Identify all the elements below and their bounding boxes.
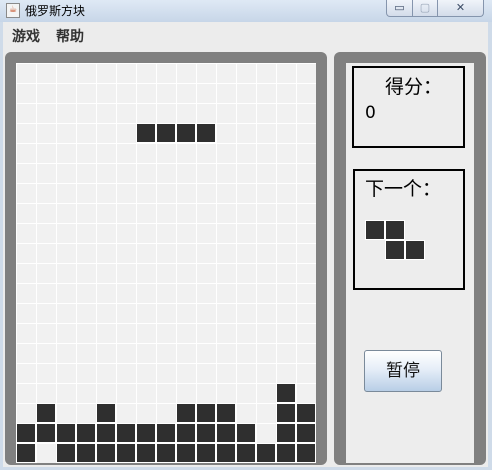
falling-piece-block bbox=[156, 123, 176, 143]
stacked-block bbox=[36, 423, 56, 443]
stacked-block bbox=[236, 443, 256, 463]
score-label: 得分： bbox=[385, 76, 443, 98]
menu-help[interactable]: 帮助 bbox=[56, 26, 84, 46]
stacked-block bbox=[276, 423, 296, 443]
stacked-block bbox=[176, 403, 196, 423]
stacked-block bbox=[116, 443, 136, 463]
falling-piece-block bbox=[196, 123, 216, 143]
next-piece-block bbox=[385, 220, 405, 240]
stacked-block bbox=[56, 443, 76, 463]
stacked-block bbox=[16, 443, 36, 463]
java-app-icon: ☕ bbox=[6, 3, 20, 18]
stacked-block bbox=[256, 443, 276, 463]
stacked-block bbox=[196, 423, 216, 443]
falling-piece-block bbox=[136, 123, 156, 143]
score-box: 得分： 0 bbox=[352, 66, 465, 148]
stacked-block bbox=[296, 423, 316, 443]
stacked-block bbox=[156, 443, 176, 463]
stacked-block bbox=[216, 403, 236, 423]
next-piece-block bbox=[385, 240, 405, 260]
window-title: 俄罗斯方块 bbox=[25, 4, 86, 18]
title-bar[interactable]: ☕ 俄罗斯方块 ▭ ▢ ✕ bbox=[0, 0, 492, 22]
stacked-block bbox=[296, 403, 316, 423]
falling-piece-block bbox=[176, 123, 196, 143]
stacked-block bbox=[196, 443, 216, 463]
stacked-block bbox=[96, 443, 116, 463]
game-board bbox=[16, 63, 316, 463]
stacked-block bbox=[136, 443, 156, 463]
stacked-block bbox=[196, 403, 216, 423]
stacked-block bbox=[16, 423, 36, 443]
next-piece-label: 下一个： bbox=[365, 178, 442, 200]
stacked-block bbox=[96, 403, 116, 423]
menu-game[interactable]: 游戏 bbox=[12, 26, 40, 46]
stacked-block bbox=[136, 423, 156, 443]
stacked-block bbox=[156, 423, 176, 443]
stacked-block bbox=[236, 423, 256, 443]
stacked-block bbox=[96, 423, 116, 443]
stacked-block bbox=[276, 443, 296, 463]
stacked-block bbox=[76, 423, 96, 443]
pause-button[interactable]: 暂停 bbox=[364, 350, 442, 392]
next-piece-block bbox=[365, 220, 385, 240]
menu-bar: 游戏 帮助 bbox=[3, 22, 488, 48]
stacked-block bbox=[176, 423, 196, 443]
stacked-block bbox=[116, 423, 136, 443]
maximize-button[interactable]: ▢ bbox=[412, 0, 438, 17]
minimize-button[interactable]: ▭ bbox=[386, 0, 413, 17]
stacked-block bbox=[276, 383, 296, 403]
stacked-block bbox=[36, 403, 56, 423]
close-button[interactable]: ✕ bbox=[437, 0, 484, 17]
stacked-block bbox=[296, 443, 316, 463]
next-piece-box: 下一个： bbox=[353, 169, 465, 290]
stacked-block bbox=[56, 423, 76, 443]
stacked-block bbox=[76, 443, 96, 463]
stacked-block bbox=[176, 443, 196, 463]
next-piece-block bbox=[405, 240, 425, 260]
score-value: 0 bbox=[365, 103, 376, 123]
stacked-block bbox=[216, 443, 236, 463]
stacked-block bbox=[216, 423, 236, 443]
stacked-block bbox=[276, 403, 296, 423]
